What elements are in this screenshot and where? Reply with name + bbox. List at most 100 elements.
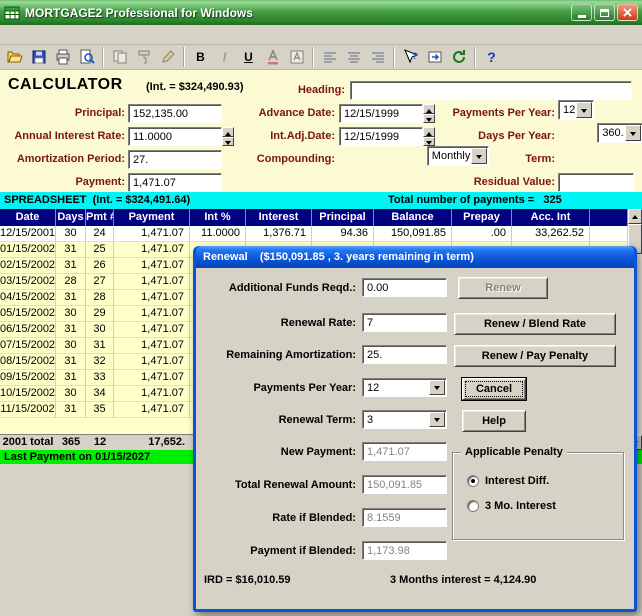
new-payment-field: 1,471.07 xyxy=(362,442,447,461)
menu-item[interactable] xyxy=(66,33,82,37)
table-row[interactable]: 12/15/2001 30 24 1,471.07 11.0000 1,376.… xyxy=(0,226,628,242)
save-icon xyxy=(31,49,47,65)
italic-button: I xyxy=(213,46,236,68)
renewal-rate-field[interactable]: 7 xyxy=(362,313,447,332)
dialog-title-bar[interactable]: Renewal ($150,091.85 , 3. years remainin… xyxy=(196,246,634,268)
dropdown-arrow-icon[interactable] xyxy=(429,412,445,427)
column-header: Int % xyxy=(190,209,246,226)
save-button[interactable] xyxy=(27,46,50,68)
toolbar-separator xyxy=(474,47,476,67)
recalculate-button[interactable] xyxy=(447,46,470,68)
remaining-amortization-label: Remaining Amortization: xyxy=(204,349,356,361)
int-adj-date-spinner[interactable] xyxy=(423,127,435,146)
menu-item[interactable] xyxy=(18,33,34,37)
format-painter-icon xyxy=(136,49,152,65)
edit-button xyxy=(156,46,179,68)
maximize-icon xyxy=(600,9,609,17)
heading-label: Heading: xyxy=(280,81,345,100)
recalculate-icon xyxy=(451,49,467,65)
penalty-radio-option[interactable]: 3 Mo. Interest xyxy=(467,500,556,512)
print-icon xyxy=(55,49,71,65)
total-payments-note: Total number of payments = 325 xyxy=(388,192,562,209)
payments-per-year-select[interactable]: 12 xyxy=(558,100,594,120)
menu-item[interactable] xyxy=(50,33,66,37)
residual-value-field[interactable] xyxy=(558,173,634,192)
underline-button[interactable]: U xyxy=(237,46,260,68)
toolbar-separator xyxy=(393,47,395,67)
renew-button: Renew xyxy=(458,277,548,299)
int-adj-date-field[interactable]: 12/15/1999 xyxy=(339,127,423,146)
amortization-period-field[interactable]: 27. xyxy=(128,150,222,169)
payments-per-year-label: Payments Per Year: xyxy=(438,104,555,123)
align-left-button xyxy=(318,46,341,68)
remaining-amortization-field[interactable]: 25. xyxy=(362,345,447,364)
minimize-button[interactable] xyxy=(571,4,592,21)
context-help-button[interactable]: ? xyxy=(399,46,422,68)
format-painter-button xyxy=(132,46,155,68)
renewal-dialog: Renewal ($150,091.85 , 3. years remainin… xyxy=(193,246,637,612)
calculator-interest-total: (Int. = $324,490.93) xyxy=(146,81,244,93)
renew-blend-rate-button[interactable]: Renew / Blend Rate xyxy=(454,313,616,335)
font-icon xyxy=(289,49,305,65)
dropdown-arrow-icon[interactable] xyxy=(429,380,445,395)
minimize-icon xyxy=(578,15,586,18)
dialog-help-button[interactable]: Help xyxy=(462,410,526,432)
goto-button[interactable] xyxy=(423,46,446,68)
heading-input[interactable] xyxy=(350,81,632,100)
scroll-up-button[interactable] xyxy=(628,209,642,224)
rate-if-blended-label: Rate if Blended: xyxy=(204,512,356,524)
additional-funds-field[interactable]: 0.00 xyxy=(362,278,447,297)
align-center-icon xyxy=(346,49,362,65)
bold-button[interactable]: B xyxy=(189,46,212,68)
renew-pay-penalty-button[interactable]: Renew / Pay Penalty xyxy=(454,345,616,367)
menu-item[interactable] xyxy=(34,33,50,37)
spin-down-icon[interactable] xyxy=(423,114,435,124)
cancel-button[interactable]: Cancel xyxy=(462,378,526,400)
annual-interest-rate-label: Annual Interest Rate: xyxy=(0,127,125,146)
total-renewal-amount-label: Total Renewal Amount: xyxy=(204,479,356,491)
annual-interest-rate-field[interactable]: 11.0000 xyxy=(128,127,222,146)
menu-item[interactable] xyxy=(2,33,18,37)
payment-field[interactable]: 1,471.07 xyxy=(128,173,222,192)
principal-field[interactable]: 152,135.00 xyxy=(128,104,222,123)
term-label: Term: xyxy=(438,150,555,169)
spreadsheet-title: SPREADSHEET (Int. = $324,491.64) xyxy=(4,192,190,209)
title-bar[interactable]: MORTGAGE2 Professional for Windows xyxy=(0,0,642,25)
days-per-year-select[interactable]: 360. xyxy=(597,123,642,143)
column-header: Balance xyxy=(374,209,452,226)
dropdown-arrow-icon[interactable] xyxy=(576,102,592,118)
window-title: MORTGAGE2 Professional for Windows xyxy=(25,6,571,20)
menu-item[interactable] xyxy=(82,33,98,37)
residual-value-label: Residual Value: xyxy=(438,173,555,192)
dialog-payments-per-year-label: Payments Per Year: xyxy=(204,382,356,394)
column-header: Interest xyxy=(246,209,312,226)
print-button[interactable] xyxy=(51,46,74,68)
penalty-radio-option[interactable]: Interest Diff. xyxy=(467,475,556,487)
dialog-title: Renewal ($150,091.85 , 3. years remainin… xyxy=(203,251,474,263)
open-button[interactable] xyxy=(3,46,26,68)
advance-date-field[interactable]: 12/15/1999 xyxy=(339,104,423,123)
spin-up-icon[interactable] xyxy=(423,104,435,114)
days-per-year-label: Days Per Year: xyxy=(438,127,555,146)
toolbar: B I U ? ? xyxy=(0,45,642,70)
renewal-term-select[interactable]: 3 xyxy=(362,410,447,429)
align-right-icon xyxy=(370,49,386,65)
bold-icon: B xyxy=(196,50,205,64)
maximize-button[interactable] xyxy=(594,4,615,21)
print-preview-icon xyxy=(79,49,95,65)
print-preview-button[interactable] xyxy=(75,46,98,68)
principal-label: Principal: xyxy=(0,104,125,123)
font-color-icon xyxy=(265,49,281,65)
dropdown-arrow-icon[interactable] xyxy=(625,125,641,141)
spin-up-icon[interactable] xyxy=(423,127,435,137)
calculator-title: CALCULATOR xyxy=(8,76,123,94)
svg-text:?: ? xyxy=(412,51,418,61)
applicable-penalty-group: Applicable Penalty Interest Diff. 3 Mo. … xyxy=(452,452,624,540)
copy-button xyxy=(108,46,131,68)
advance-date-spinner[interactable] xyxy=(423,104,435,123)
spin-down-icon[interactable] xyxy=(423,137,435,147)
additional-funds-label: Additional Funds Reqd.: xyxy=(204,282,356,294)
close-button[interactable] xyxy=(617,4,638,21)
dialog-payments-per-year-select[interactable]: 12 xyxy=(362,378,447,397)
help-button[interactable]: ? xyxy=(480,46,503,68)
